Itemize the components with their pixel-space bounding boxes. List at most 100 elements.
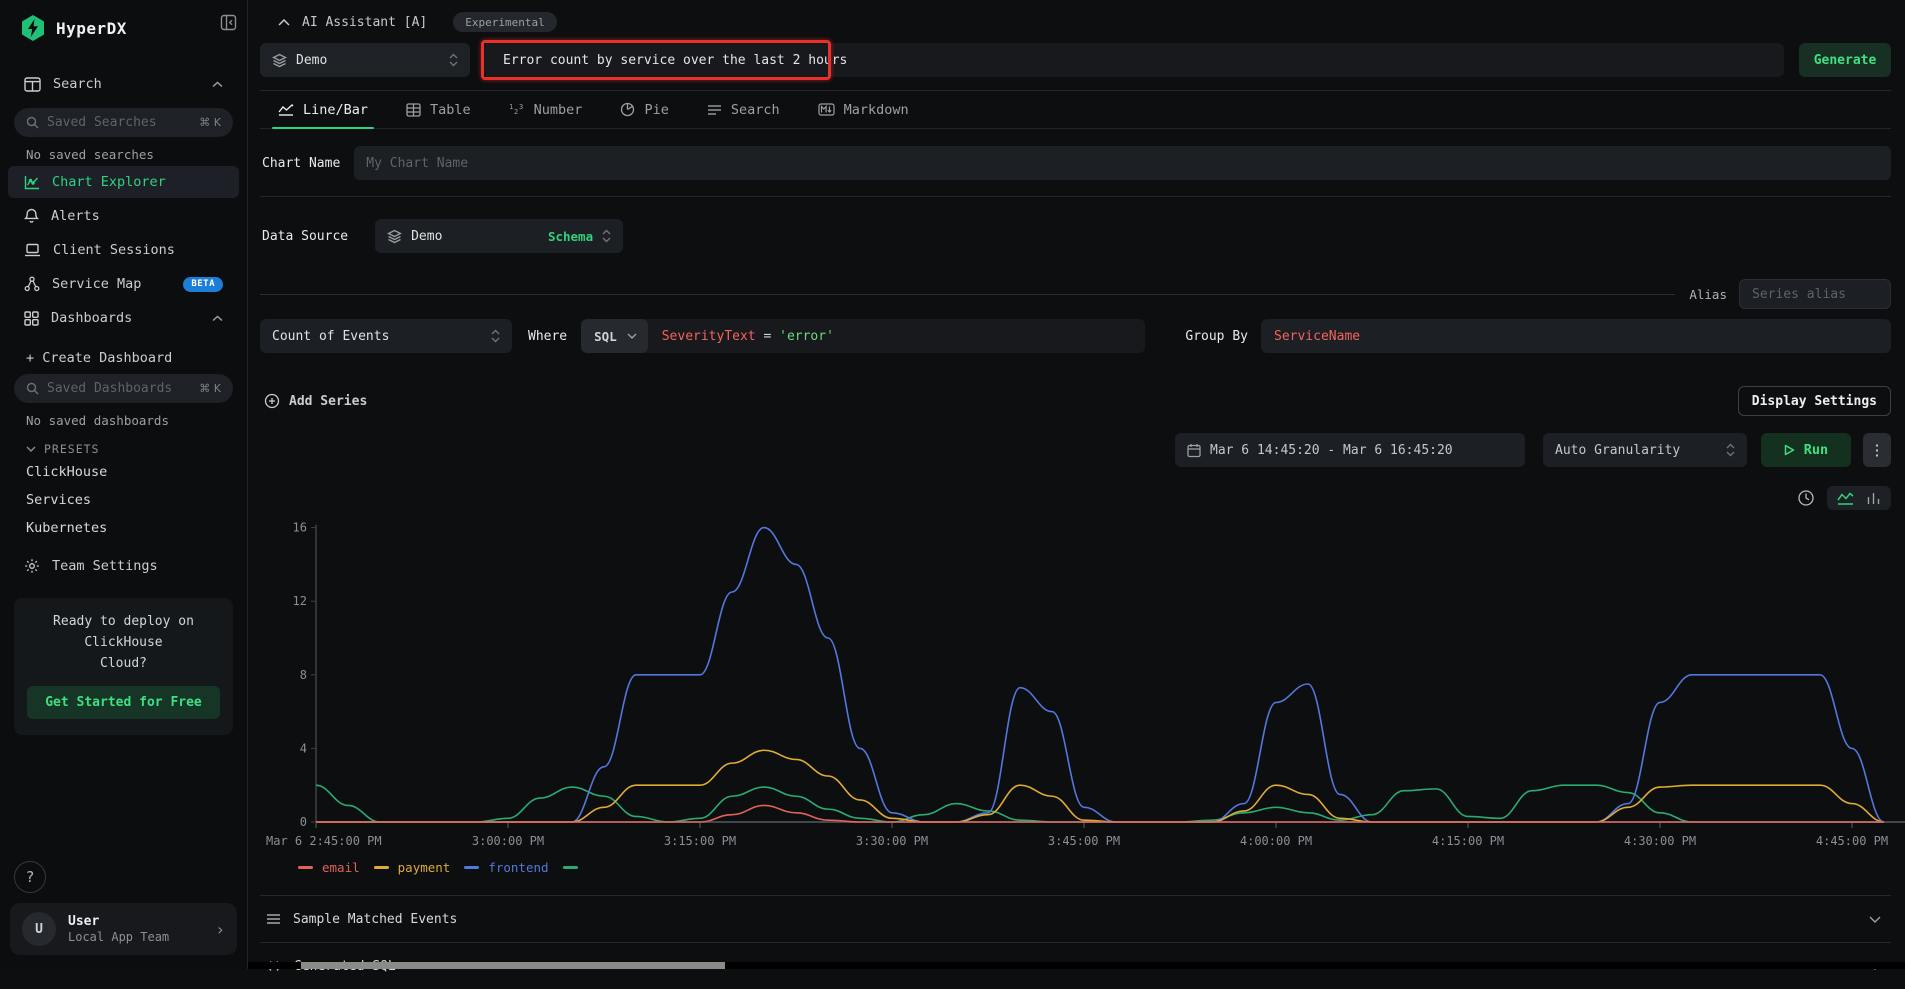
legend-item-payment[interactable]: payment	[374, 860, 451, 875]
data-source-select[interactable]: Demo Schema	[375, 219, 623, 253]
chevron-up-icon	[212, 81, 223, 88]
legend-item-frontend[interactable]: frontend	[464, 860, 548, 875]
chart-name-row: Chart Name	[260, 146, 1891, 180]
tab-number[interactable]: 123 Number	[509, 91, 583, 128]
legend-item-unnamed[interactable]	[563, 866, 578, 869]
bell-icon	[24, 208, 39, 224]
deploy-text-line1: Ready to deploy on ClickHouse	[26, 612, 221, 654]
tab-pie[interactable]: Pie	[620, 91, 668, 128]
granularity-select[interactable]: Auto Granularity	[1543, 433, 1747, 467]
display-settings-button[interactable]: Display Settings	[1738, 386, 1891, 416]
preset-clickhouse[interactable]: ClickHouse	[0, 458, 247, 486]
sidebar-item-client-sessions[interactable]: Client Sessions	[8, 234, 239, 266]
presets-header[interactable]: PRESETS	[0, 430, 247, 458]
legend-dash	[464, 866, 479, 869]
horizontal-scrollbar	[248, 962, 1905, 969]
saved-searches-input[interactable]: Saved Searches ⌘ K	[14, 108, 233, 137]
x-tick-label: 4:30:00 PM	[1624, 834, 1696, 848]
more-options-button[interactable]: ⋮	[1863, 433, 1891, 467]
group-by-input[interactable]: ServiceName	[1261, 319, 1891, 353]
sample-matched-events-panel[interactable]: Sample Matched Events	[260, 895, 1891, 942]
sidebar-item-service-map[interactable]: Service Map BETA	[8, 268, 239, 300]
presets-label: PRESETS	[44, 442, 99, 456]
bar-view-button[interactable]	[1862, 489, 1885, 507]
ai-assistant-header[interactable]: AI Assistant [A] Experimental	[260, 10, 1891, 32]
experimental-badge: Experimental	[453, 12, 556, 32]
saved-dashboards-input[interactable]: Saved Dashboards ⌘ K	[14, 374, 233, 403]
chart-name-input[interactable]	[354, 146, 1891, 180]
create-dashboard-button[interactable]: + Create Dashboard	[0, 336, 247, 366]
tab-line-bar[interactable]: Line/Bar	[278, 91, 368, 128]
tab-search[interactable]: Search	[707, 91, 780, 128]
preset-services[interactable]: Services	[0, 486, 247, 514]
tab-label: Line/Bar	[303, 102, 368, 118]
sidebar-item-search[interactable]: Search	[8, 68, 239, 100]
table-icon	[406, 103, 421, 117]
user-menu[interactable]: U User Local App Team ›	[10, 903, 237, 955]
data-source-label: Data Source	[262, 229, 348, 244]
sidebar: HyperDX Search Saved Searches ⌘ K No sav…	[0, 0, 248, 969]
run-button[interactable]: Run	[1761, 433, 1851, 467]
tab-table[interactable]: Table	[406, 91, 471, 128]
where-label: Where	[528, 329, 567, 344]
user-name: User	[68, 914, 169, 929]
chart-legend: email payment frontend	[260, 854, 1891, 875]
where-expression-field[interactable]: SQL SeverityText = 'error'	[581, 319, 1145, 353]
time-range-picker[interactable]: Mar 6 14:45:20 - Mar 6 16:45:20	[1175, 433, 1525, 467]
x-tick-label: 3:00:00 PM	[472, 834, 544, 848]
ai-prompt-input[interactable]	[484, 43, 1784, 77]
svg-text:2: 2	[514, 108, 518, 116]
group-by-label: Group By	[1185, 329, 1248, 344]
scrollbar-thumb[interactable]	[301, 962, 725, 969]
ai-source-select[interactable]: Demo	[260, 43, 470, 77]
layers-icon	[387, 229, 402, 244]
chevron-down-icon	[1869, 916, 1881, 923]
sidebar-collapse-icon[interactable]	[220, 14, 237, 31]
aggregation-select[interactable]: Count of Events	[260, 319, 512, 353]
sidebar-item-dashboards[interactable]: Dashboards	[8, 302, 239, 334]
saved-searches-placeholder: Saved Searches	[47, 115, 191, 130]
updown-chevron-icon	[1726, 443, 1735, 457]
shortcut-hint: ⌘ K	[199, 382, 221, 395]
alias-input[interactable]	[1739, 279, 1891, 309]
schema-link[interactable]: Schema	[548, 229, 593, 244]
plus-circle-icon	[264, 393, 280, 409]
number-123-icon: 123	[509, 103, 525, 116]
tab-label: Markdown	[844, 102, 909, 118]
line-view-button[interactable]	[1833, 489, 1858, 507]
legend-label: email	[322, 860, 360, 875]
sidebar-item-team-settings[interactable]: Team Settings	[8, 550, 239, 582]
app-title: HyperDX	[56, 19, 127, 38]
ai-prompt-wrap	[484, 43, 1784, 77]
chart-canvas[interactable]: 0481216Mar 6 2:45:00 PM3:00:00 PM3:15:00…	[260, 522, 1905, 854]
chart-panel: 0481216Mar 6 2:45:00 PM3:00:00 PM3:15:00…	[260, 522, 1891, 875]
preset-kubernetes[interactable]: Kubernetes	[0, 514, 247, 542]
clock-icon[interactable]	[1797, 489, 1815, 507]
logo[interactable]: HyperDX	[0, 12, 247, 42]
sidebar-item-label: Chart Explorer	[52, 174, 223, 190]
string-token: 'error'	[779, 329, 834, 344]
tab-markdown[interactable]: Markdown	[818, 91, 909, 128]
hyperdx-logo-icon	[20, 14, 46, 42]
get-started-button[interactable]: Get Started for Free	[27, 686, 220, 719]
user-team: Local App Team	[68, 930, 169, 944]
y-tick-label: 8	[300, 668, 307, 682]
chevron-down-icon	[26, 446, 36, 452]
sidebar-item-label: Dashboards	[51, 310, 200, 326]
x-tick-label: 4:15:00 PM	[1432, 834, 1504, 848]
sidebar-item-alerts[interactable]: Alerts	[8, 200, 239, 232]
x-tick-label: 4:45:00 PM	[1816, 834, 1888, 848]
main-content: AI Assistant [A] Experimental Demo Gener…	[248, 0, 1905, 969]
add-series-button[interactable]: Add Series	[260, 393, 367, 409]
generate-button[interactable]: Generate	[1799, 43, 1891, 77]
sidebar-item-label: Client Sessions	[53, 242, 223, 258]
sidebar-item-chart-explorer[interactable]: Chart Explorer	[8, 166, 239, 198]
legend-item-email[interactable]: email	[298, 860, 360, 875]
chart-explorer-icon	[24, 175, 40, 190]
language-select[interactable]: SQL	[581, 319, 648, 353]
tab-label: Table	[430, 102, 471, 118]
divider	[260, 294, 1675, 295]
deploy-text-line2: Cloud?	[26, 654, 221, 675]
help-button[interactable]: ?	[14, 861, 46, 893]
ai-source-value: Demo	[296, 53, 440, 68]
